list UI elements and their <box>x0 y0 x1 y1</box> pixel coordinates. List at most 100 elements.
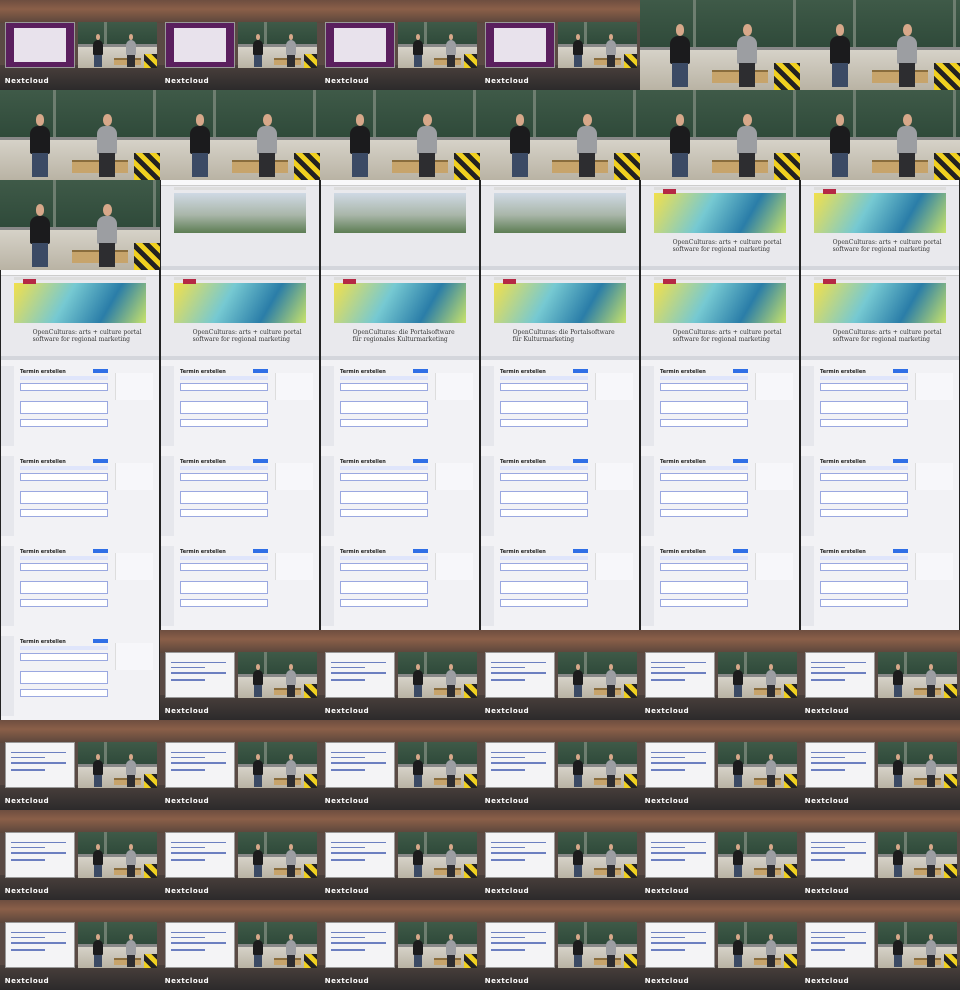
slide-screen <box>4 831 76 879</box>
chalkboard <box>238 921 317 948</box>
event-logo: Nextcloud <box>164 76 210 85</box>
thumbnail-comp-form: Nextcloud <box>320 810 480 900</box>
form-heading: Termin erstellen <box>819 459 866 465</box>
slide-line <box>331 859 366 861</box>
decorative-wave-top <box>640 810 800 834</box>
form-field <box>499 491 589 504</box>
thumbnail-comp-form: Nextcloud <box>800 720 960 810</box>
tab-strip <box>339 376 429 380</box>
chalkboard <box>320 90 480 140</box>
form-field <box>179 473 269 481</box>
thumbnail-comp-form: Nextcloud <box>160 900 320 990</box>
chalkboard <box>878 921 957 948</box>
presenter-grey <box>445 934 456 967</box>
save-button <box>892 459 909 463</box>
presenter-torso <box>893 670 903 685</box>
thumbnail-stage <box>320 90 480 180</box>
slide-screen <box>804 831 876 879</box>
camera-feed <box>718 741 797 789</box>
slide-line <box>171 762 226 764</box>
form-heading: Termin erstellen <box>499 459 546 465</box>
settings-pane <box>754 372 793 400</box>
presenter-torso <box>257 125 278 154</box>
event-logo: Nextcloud <box>324 976 370 985</box>
presenter-head <box>35 204 45 216</box>
presenter-torso <box>253 940 263 955</box>
chalkboard <box>78 741 157 768</box>
form-field <box>179 599 269 607</box>
presenter-legs <box>574 54 582 67</box>
chalkboard <box>640 90 800 140</box>
presenter-torso <box>737 125 758 154</box>
form-field <box>659 491 749 504</box>
form-field <box>179 383 269 391</box>
chalkboard <box>558 831 637 858</box>
decorative-wave-top <box>0 720 160 744</box>
camera-feed <box>878 651 957 699</box>
slide-line <box>331 846 366 849</box>
slide-line <box>651 846 686 849</box>
presenter-head <box>262 114 272 126</box>
slide-line <box>171 931 226 933</box>
hazard-stripe <box>624 954 637 969</box>
presenter-legs <box>512 153 528 178</box>
slide-line <box>11 931 66 933</box>
hazard-stripe <box>464 774 477 789</box>
presenter-grey <box>576 114 598 178</box>
form-heading: Termin erstellen <box>819 549 866 555</box>
presenter-torso <box>445 850 456 865</box>
presenter-torso <box>733 760 743 775</box>
settings-pane <box>114 372 153 400</box>
browser-toolbar <box>481 270 639 277</box>
form-heading: Termin erstellen <box>499 369 546 375</box>
slide-line <box>171 672 226 674</box>
presenter-torso <box>765 670 776 685</box>
hazard-stripe <box>464 954 477 969</box>
slide-line <box>491 949 526 951</box>
event-logo: Nextcloud <box>324 76 370 85</box>
presenter-grey <box>605 844 616 877</box>
presenter-torso <box>737 35 758 64</box>
slide-line <box>811 859 846 861</box>
form-field <box>339 383 429 391</box>
form-heading: Termin erstellen <box>659 369 706 375</box>
thumbnail-browser-art: OpenCulturas: arts + culture portal soft… <box>800 180 960 270</box>
slide-line <box>171 661 226 663</box>
event-logo: Nextcloud <box>164 706 210 715</box>
event-logo: Nextcloud <box>4 886 50 895</box>
presenter-legs <box>414 774 422 787</box>
presenter-grey <box>605 934 616 967</box>
tab-strip <box>819 556 909 560</box>
presenter-legs <box>832 63 848 88</box>
presenter-torso <box>605 670 616 685</box>
presenter-black <box>509 114 531 178</box>
slide-line <box>331 942 386 944</box>
form-heading: Termin erstellen <box>339 459 386 465</box>
slide-screen <box>4 21 76 69</box>
browser-toolbar <box>641 180 799 187</box>
presenter-torso <box>445 760 456 775</box>
event-logo: Nextcloud <box>324 706 370 715</box>
form-heading: Termin erstellen <box>339 549 386 555</box>
thumbnail-browser-art: OpenCulturas: arts + culture portal soft… <box>640 270 800 360</box>
presenter-grey <box>445 754 456 787</box>
event-logo: Nextcloud <box>324 796 370 805</box>
presenter-legs <box>287 954 295 967</box>
thumbnail-admin: Termin erstellen <box>640 450 800 540</box>
hazard-stripe <box>614 153 640 180</box>
slide-line <box>651 666 686 669</box>
slide-line <box>651 942 706 944</box>
presenter-black <box>93 34 104 67</box>
admin-sidebar <box>801 366 814 446</box>
slide-line <box>651 756 686 759</box>
form-heading: Termin erstellen <box>339 369 386 375</box>
chalkboard <box>800 0 960 50</box>
presenter-legs <box>447 864 455 877</box>
camera-feed <box>878 741 957 789</box>
chalkboard <box>878 651 957 678</box>
hero-caption: OpenCulturas: arts + culture portal soft… <box>672 239 782 254</box>
presenter-torso <box>285 850 296 865</box>
presenter-torso <box>413 760 423 775</box>
slide-line <box>171 756 206 759</box>
camera-feed <box>238 21 317 69</box>
